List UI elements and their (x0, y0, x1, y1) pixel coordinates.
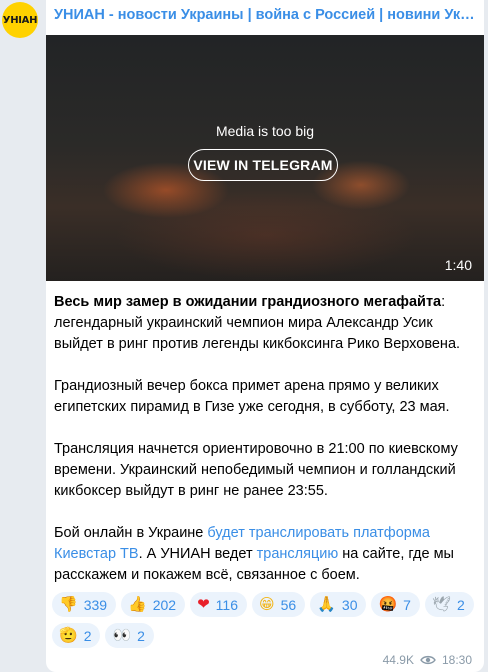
video-duration: 1:40 (444, 257, 472, 273)
paragraph-1: Весь мир замер в ожидании грандиозного м… (54, 292, 476, 355)
message-bubble: УНИАН - новости Украины | война с Россие… (46, 0, 484, 672)
pray-icon: 🙏 (317, 595, 336, 613)
reaction-chip[interactable]: 👍 202 (121, 592, 186, 617)
broadcast-link[interactable]: трансляцию (257, 546, 339, 562)
channel-avatar[interactable]: УНІАН (2, 2, 38, 38)
reaction-chip[interactable]: 👎 339 (52, 592, 117, 617)
reaction-chip[interactable]: 🫡 2 (52, 623, 101, 648)
avatar-label: УНІАН (2, 14, 38, 26)
post-text: Весь мир замер в ожидании грандиозного м… (54, 292, 476, 607)
dove-icon: 🕊 (431, 595, 452, 613)
reaction-count: 2 (457, 596, 465, 613)
salute-icon: 🫡 (59, 626, 78, 644)
channel-name-link[interactable]: УНИАН - новости Украины | война с Россие… (54, 7, 476, 23)
view-count: 44.9K (382, 653, 414, 667)
message-time: 18:30 (441, 653, 472, 667)
paragraph-4: Бой онлайн в Украине будет транслировать… (54, 523, 476, 586)
view-in-telegram-button[interactable]: VIEW IN TELEGRAM (188, 149, 338, 181)
eye-icon (420, 655, 436, 665)
reaction-count: 2 (83, 627, 92, 644)
headline-bold: Весь мир замер в ожидании грандиозного м… (54, 294, 442, 310)
media-preview[interactable]: Media is too big VIEW IN TELEGRAM 1:40 (46, 35, 484, 281)
paragraph-3: Трансляция начнется ориентировочно в 21:… (54, 441, 458, 499)
reaction-count: 7 (403, 596, 411, 613)
reaction-chip[interactable]: 👀 2 (105, 623, 154, 648)
message-footer: 44.9K 18:30 (383, 653, 472, 667)
eyes-icon: 👀 (112, 626, 132, 644)
reaction-chip[interactable]: ❤ 116 (190, 592, 247, 617)
paragraph-2: Грандиозный вечер бокса примет арена пря… (54, 378, 450, 415)
reaction-count: 116 (215, 596, 238, 613)
reaction-count: 2 (137, 627, 145, 644)
reaction-chip[interactable]: 🤬 7 (371, 592, 420, 617)
heart-icon: ❤ (197, 595, 210, 613)
paragraph-4-middle: . А УНИАН ведет (138, 546, 257, 562)
reaction-chip[interactable]: 😁 56 (252, 592, 306, 617)
reaction-count: 30 (341, 596, 358, 613)
thumbs-up-icon: 👍 (128, 595, 147, 613)
media-too-big-message: Media is too big (215, 123, 315, 139)
reaction-count: 202 (152, 596, 177, 613)
paragraph-4-start: Бой онлайн в Украине (54, 525, 208, 541)
thumbs-down-icon: 👎 (59, 595, 78, 613)
reaction-count: 339 (83, 596, 108, 613)
reaction-chip[interactable]: 🙏 30 (310, 592, 367, 617)
reactions-bar: 👎 339 👍 202 ❤ 116 😁 56 🙏 30 🤬 7 🕊 2 🫡 2 👀 2 (52, 592, 478, 648)
reaction-chip[interactable]: 🕊 2 (424, 592, 474, 617)
grin-icon: 😁 (259, 595, 275, 613)
reaction-count: 56 (280, 596, 297, 613)
angry-face-icon: 🤬 (378, 595, 398, 613)
